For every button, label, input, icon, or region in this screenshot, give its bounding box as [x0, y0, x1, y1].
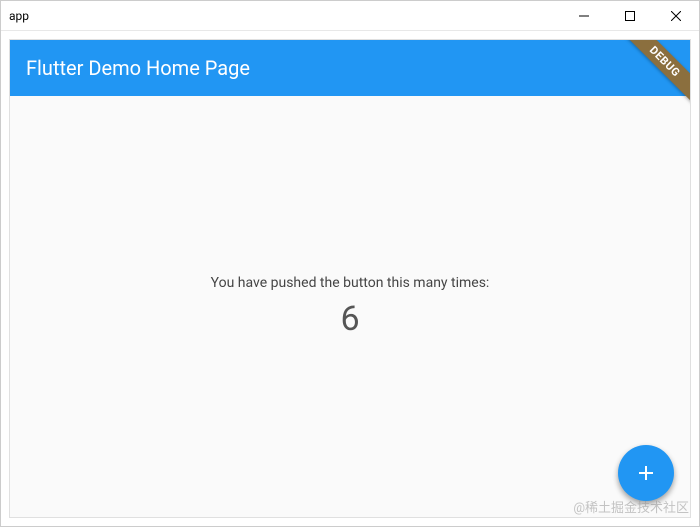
minimize-button[interactable]	[561, 1, 607, 30]
window-controls	[561, 1, 699, 30]
add-icon	[634, 461, 658, 485]
window-title: app	[9, 9, 29, 23]
app-frame: DEBUG Flutter Demo Home Page You have pu…	[9, 39, 691, 518]
close-icon	[671, 11, 681, 21]
maximize-button[interactable]	[607, 1, 653, 30]
minimize-icon	[579, 11, 589, 21]
counter-prompt-text: You have pushed the button this many tim…	[211, 275, 490, 291]
counter-value: 6	[340, 299, 359, 339]
titlebar[interactable]: app	[1, 1, 699, 31]
maximize-icon	[625, 11, 635, 21]
appbar: Flutter Demo Home Page	[10, 40, 690, 96]
body-content: You have pushed the button this many tim…	[10, 96, 690, 517]
close-button[interactable]	[653, 1, 699, 30]
fab-increment-button[interactable]	[618, 445, 674, 501]
appbar-title: Flutter Demo Home Page	[26, 56, 250, 80]
os-window: app DEBUG Flutter Demo Home Page You hav…	[0, 0, 700, 527]
client-area: DEBUG Flutter Demo Home Page You have pu…	[1, 31, 699, 526]
